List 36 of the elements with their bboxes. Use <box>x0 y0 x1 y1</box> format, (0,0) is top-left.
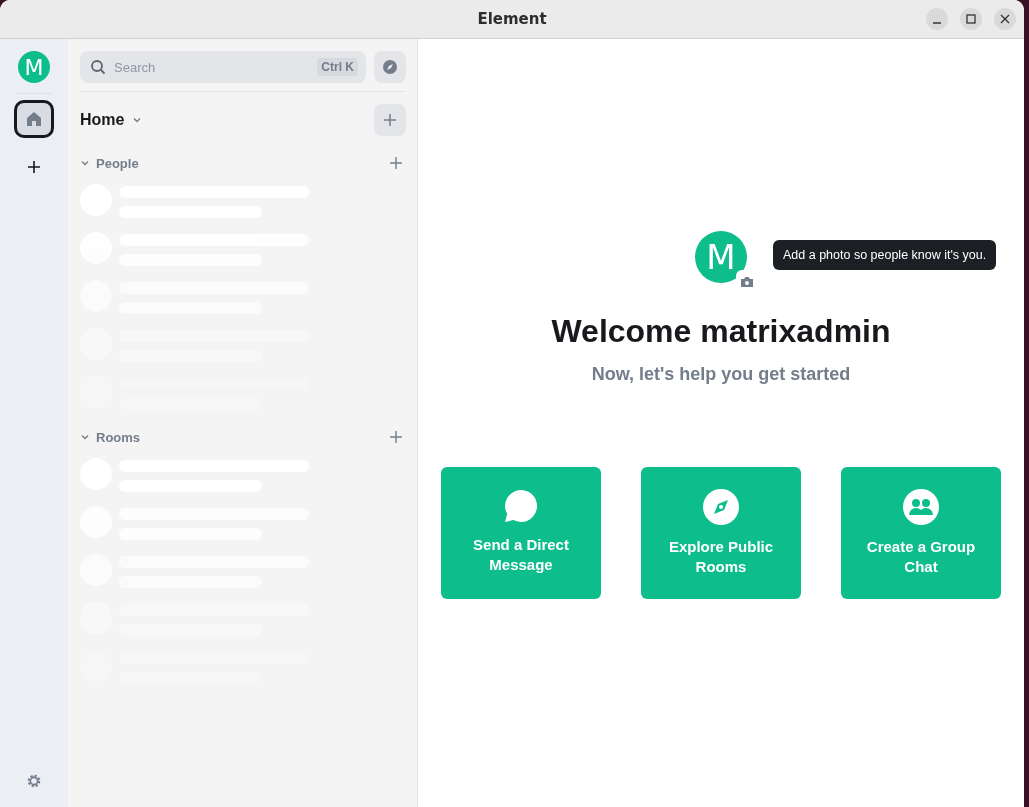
compass-icon <box>382 59 398 75</box>
tooltip: Add a photo so people know it's you. <box>773 240 997 270</box>
search-icon <box>90 59 106 75</box>
home-button[interactable] <box>14 100 54 138</box>
close-button[interactable] <box>994 8 1016 30</box>
action-card[interactable]: Explore Public Rooms <box>641 467 801 599</box>
welcome-heading: Welcome matrixadmin <box>551 313 891 350</box>
shortcut-hint: Ctrl K <box>317 58 358 76</box>
maximize-icon <box>966 14 976 24</box>
home-icon <box>25 110 43 128</box>
chevron-down-icon[interactable] <box>132 115 143 125</box>
add-icon[interactable] <box>390 157 402 169</box>
settings-icon[interactable] <box>26 773 42 789</box>
chat-bubble-icon <box>504 489 538 523</box>
profile-avatar[interactable]: M <box>695 231 747 283</box>
user-avatar[interactable]: M <box>18 51 50 83</box>
section-header[interactable]: People <box>96 155 139 171</box>
explore-button[interactable] <box>374 51 406 83</box>
welcome-subtitle: Now, let's help you get started <box>591 364 851 385</box>
window-title: Element <box>477 10 547 28</box>
chevron-icon[interactable] <box>80 432 90 442</box>
plus-icon <box>383 113 397 127</box>
chevron-icon[interactable] <box>80 158 90 168</box>
add-button[interactable] <box>374 104 406 136</box>
compass-icon <box>703 489 739 525</box>
maximize-button[interactable] <box>960 8 982 30</box>
home-header[interactable]: Home <box>80 111 125 129</box>
minimize-button[interactable] <box>926 8 948 30</box>
add-icon[interactable] <box>390 431 402 443</box>
add-space-icon[interactable] <box>27 160 41 174</box>
group-icon <box>903 489 939 525</box>
action-card[interactable]: Create a Group Chat <box>841 467 1001 599</box>
action-card[interactable]: Send a Direct Message <box>441 467 601 599</box>
section-header[interactable]: Rooms <box>96 429 141 445</box>
close-icon <box>1000 14 1010 24</box>
minimize-icon <box>933 21 941 24</box>
